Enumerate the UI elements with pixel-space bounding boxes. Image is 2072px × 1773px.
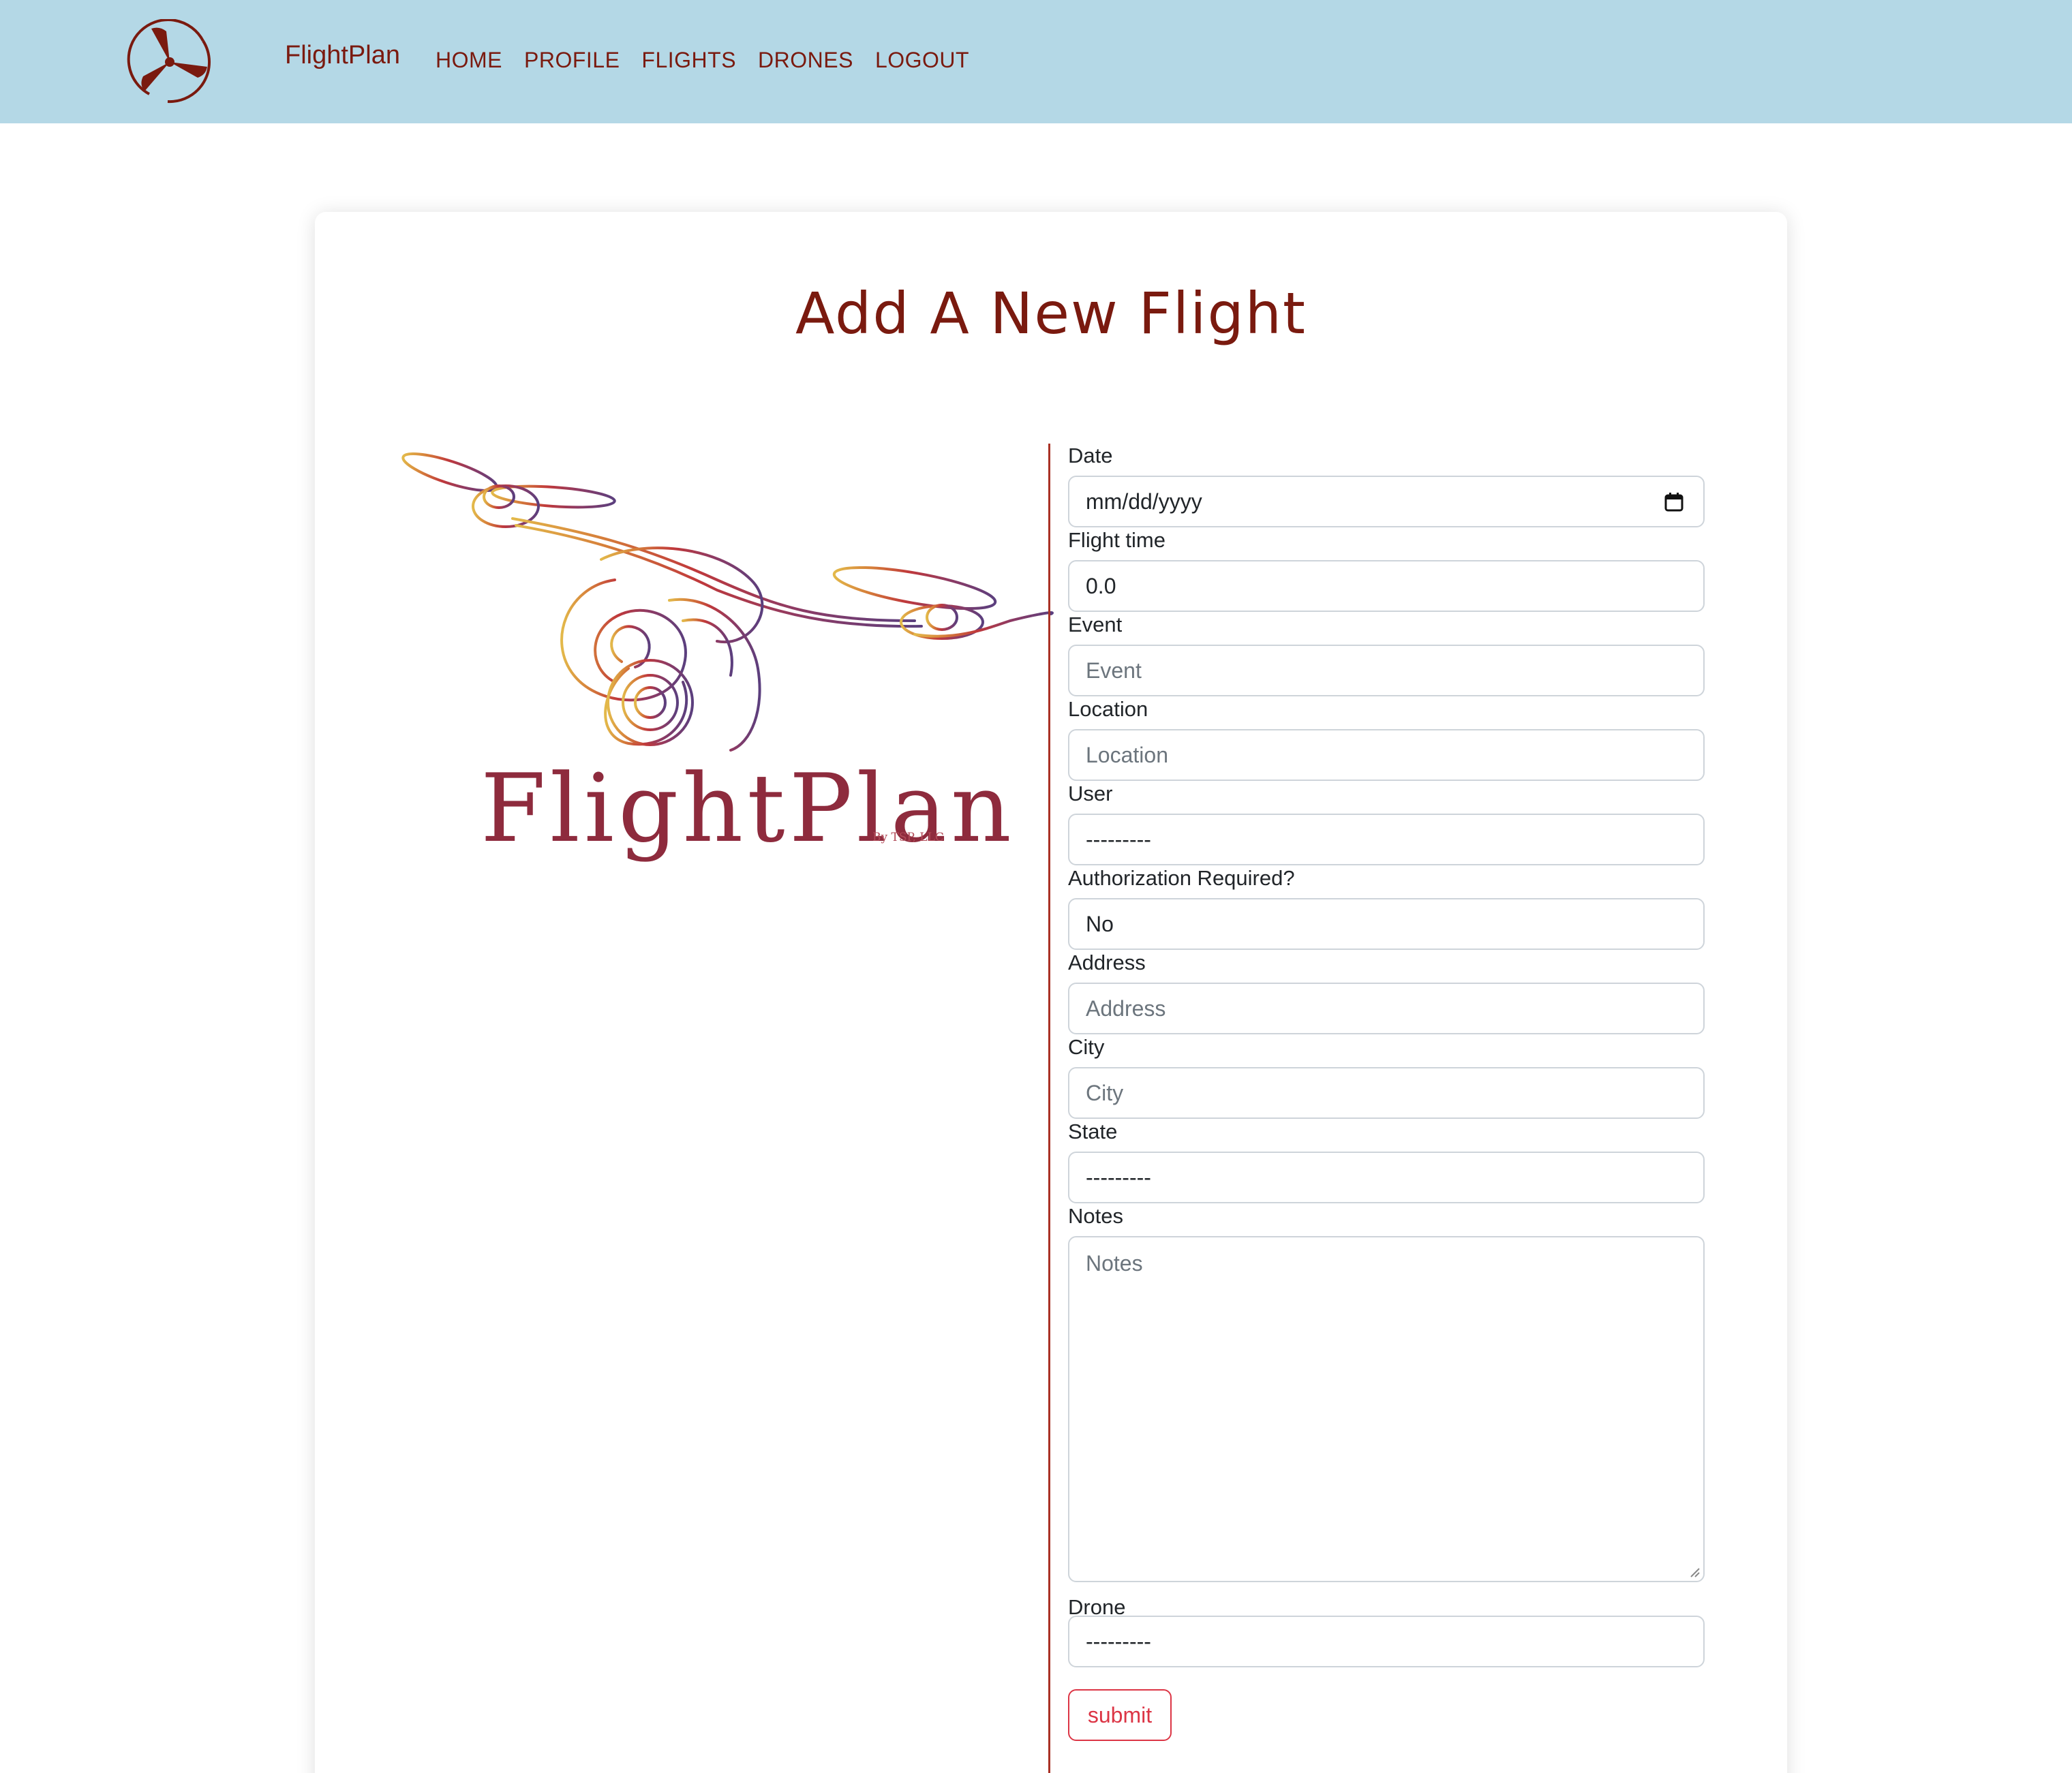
- city-input[interactable]: City: [1068, 1067, 1705, 1119]
- user-label: User: [1068, 782, 1113, 805]
- flight-time-label: Flight time: [1068, 528, 1166, 552]
- nav-profile[interactable]: PROFILE: [524, 48, 620, 73]
- logo-byline: By TSP, LLC: [872, 831, 944, 844]
- nav-drones[interactable]: DRONES: [758, 48, 853, 73]
- address-label: Address: [1068, 951, 1146, 974]
- column-divider: [1048, 444, 1050, 1773]
- nav-home[interactable]: HOME: [436, 48, 502, 73]
- user-select[interactable]: ---------: [1068, 814, 1705, 865]
- brand-link[interactable]: FlightPlan: [285, 41, 400, 70]
- nav-menu: HOME PROFILE FLIGHTS DRONES LOGOUT: [436, 48, 969, 73]
- nav-logout[interactable]: LOGOUT: [875, 48, 969, 73]
- authorization-label: Authorization Required?: [1068, 866, 1295, 890]
- drone-select[interactable]: ---------: [1068, 1616, 1705, 1667]
- event-input[interactable]: Event: [1068, 645, 1705, 696]
- notes-placeholder: Notes: [1086, 1251, 1143, 1276]
- location-input[interactable]: Location: [1068, 729, 1705, 781]
- authorization-select[interactable]: No: [1068, 898, 1705, 950]
- address-input[interactable]: Address: [1068, 983, 1705, 1034]
- state-label: State: [1068, 1120, 1118, 1143]
- notes-label: Notes: [1068, 1204, 1123, 1228]
- submit-button[interactable]: submit: [1068, 1689, 1172, 1741]
- navbar: FlightPlan HOME PROFILE FLIGHTS DRONES L…: [0, 0, 2072, 123]
- resize-handle-icon[interactable]: [1688, 1566, 1701, 1578]
- date-label: Date: [1068, 444, 1113, 467]
- nav-flights[interactable]: FLIGHTS: [641, 48, 736, 73]
- calendar-icon[interactable]: [1664, 492, 1684, 512]
- date-input[interactable]: mm/dd/yyyy: [1068, 476, 1705, 527]
- flight-time-input[interactable]: 0.0: [1068, 560, 1705, 612]
- date-value: mm/dd/yyyy: [1086, 489, 1202, 514]
- logo-wordmark: FlightPlan: [481, 754, 1016, 863]
- propeller-icon[interactable]: [127, 19, 213, 105]
- city-label: City: [1068, 1035, 1105, 1059]
- state-select[interactable]: ---------: [1068, 1152, 1705, 1203]
- event-label: Event: [1068, 613, 1123, 636]
- notes-textarea[interactable]: Notes: [1068, 1236, 1705, 1582]
- location-label: Location: [1068, 697, 1148, 721]
- page-title: Add A New Flight: [795, 280, 1307, 347]
